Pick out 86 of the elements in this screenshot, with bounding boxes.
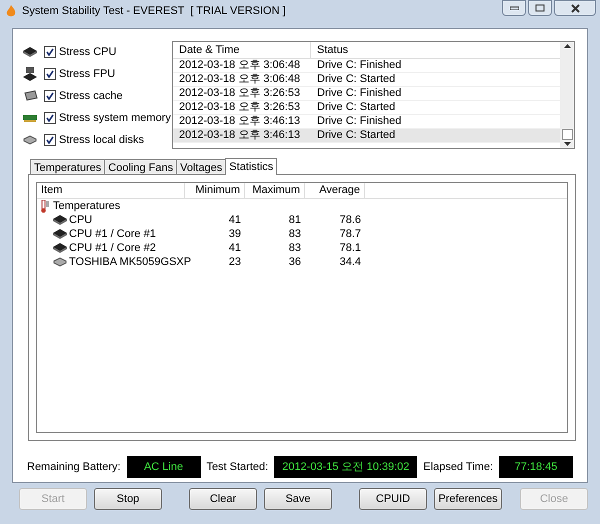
scroll-up-icon[interactable] — [564, 44, 570, 48]
column-header[interactable]: Status — [317, 42, 348, 58]
checkbox[interactable] — [44, 112, 56, 124]
window-title: System Stability Test - EVEREST [ TRIAL VERSION ] — [22, 4, 286, 19]
chip-icon — [22, 66, 38, 82]
status-label: Elapsed Time: — [423, 460, 493, 475]
tree-item[interactable]: CPU #1 / Core #2 — [69, 240, 156, 256]
tree-item[interactable]: TOSHIBA MK5059GSXP — [69, 254, 192, 270]
status-readout: AC Line — [126, 456, 201, 478]
table-cell: Drive C: Finished — [317, 59, 402, 72]
column-header[interactable]: Maximum — [252, 182, 300, 199]
tree-item[interactable]: CPU — [69, 212, 92, 228]
button[interactable]: Clear — [189, 488, 257, 510]
column-header[interactable]: Item — [41, 182, 62, 199]
table-cell: Drive C: Started — [317, 129, 396, 142]
table-cell: Drive C: Finished — [317, 87, 402, 100]
close-icon — [570, 4, 580, 12]
disk-drive-icon — [22, 135, 38, 145]
minimize-button[interactable] — [502, 0, 526, 16]
table-cell: 78.7 — [340, 228, 361, 240]
table-cell: 2012-03-18 오후 3:06:48 — [179, 73, 300, 86]
table-cell: 2012-03-18 오후 3:06:48 — [179, 59, 300, 72]
tree-item[interactable]: Temperatures — [53, 198, 120, 214]
table-cell: 83 — [288, 228, 301, 240]
column-header[interactable]: Date & Time — [179, 42, 240, 58]
status-readout: 77:18:45 — [499, 456, 573, 478]
button[interactable]: Save — [264, 488, 332, 510]
checkbox-label[interactable]: Stress CPU — [59, 44, 116, 60]
tab[interactable]: Cooling Fans — [104, 159, 178, 174]
table-cell: 2012-03-18 오후 3:46:13 — [179, 129, 300, 142]
maximize-button[interactable] — [528, 0, 552, 16]
log-row[interactable]: 2012-03-18 오후 3:06:48 Drive C: Started — [173, 73, 560, 87]
table-cell: 78.6 — [340, 214, 361, 226]
table-cell: 2012-03-18 오후 3:26:53 — [179, 87, 300, 100]
checkbox[interactable] — [44, 46, 56, 58]
table-cell: Drive C: Finished — [317, 115, 402, 128]
status-label: Remaining Battery: — [27, 460, 121, 475]
chip-icon — [52, 242, 68, 254]
tab[interactable]: Statistics — [225, 158, 278, 175]
tab[interactable]: Voltages — [176, 159, 226, 174]
scroll-down-icon[interactable] — [564, 142, 570, 146]
table-cell: 2012-03-18 오후 3:26:53 — [179, 101, 300, 114]
table-cell: 23 — [228, 256, 241, 268]
log-row[interactable]: 2012-03-18 오후 3:26:53 Drive C: Started — [173, 101, 560, 115]
column-header[interactable]: Average — [319, 182, 360, 199]
scrollbar-thumb[interactable] — [562, 129, 572, 140]
status-readout: 2012-03-15 오전 10:39:02 — [274, 456, 418, 478]
checkbox[interactable] — [44, 68, 56, 80]
log-row[interactable]: 2012-03-18 오후 3:06:48 Drive C: Finished — [173, 59, 560, 73]
log-row[interactable]: 2012-03-18 오후 3:26:53 Drive C: Finished — [173, 87, 560, 101]
checkbox-label[interactable]: Stress cache — [59, 88, 123, 104]
table-cell: 34.4 — [340, 256, 361, 268]
table-cell: 39 — [228, 228, 241, 240]
chip-icon — [52, 228, 68, 240]
thermometer-icon — [40, 200, 50, 212]
chip-icon — [52, 214, 68, 226]
table-cell: Drive C: Started — [317, 101, 396, 114]
checkbox[interactable] — [44, 90, 56, 102]
tree-item[interactable]: CPU #1 / Core #1 — [69, 226, 156, 242]
checkbox-label[interactable]: Stress local disks — [59, 132, 144, 148]
table-cell: 83 — [288, 242, 301, 254]
table-cell: 41 — [228, 242, 241, 254]
chip-icon — [22, 46, 38, 58]
button[interactable]: Stop — [94, 488, 162, 510]
minimize-icon — [510, 6, 518, 10]
memory-module-icon — [22, 113, 38, 123]
status-label: Test Started: — [206, 460, 268, 475]
log-row[interactable]: 2012-03-18 오후 3:46:13 Drive C: Started — [173, 129, 560, 143]
button[interactable]: Preferences — [434, 488, 502, 510]
table-cell: 2012-03-18 오후 3:46:13 — [179, 115, 300, 128]
scrollbar[interactable] — [560, 42, 574, 148]
tab[interactable]: Temperatures — [30, 159, 106, 174]
button[interactable]: CPUID — [359, 488, 427, 510]
table-cell: 41 — [228, 214, 241, 226]
disk-drive-icon — [52, 257, 68, 267]
table-cell: Drive C: Started — [317, 73, 396, 86]
table-cell: 36 — [288, 256, 301, 268]
close-button[interactable] — [554, 0, 596, 16]
checkbox-label[interactable]: Stress FPU — [59, 66, 116, 82]
checkbox-label[interactable]: Stress system memory — [59, 110, 171, 126]
maximize-icon — [535, 4, 545, 12]
table-cell: 81 — [288, 214, 301, 226]
checkbox[interactable] — [44, 134, 56, 146]
table-cell: 78.1 — [340, 242, 361, 254]
chip-icon — [22, 90, 38, 102]
column-header[interactable]: Minimum — [195, 182, 240, 199]
